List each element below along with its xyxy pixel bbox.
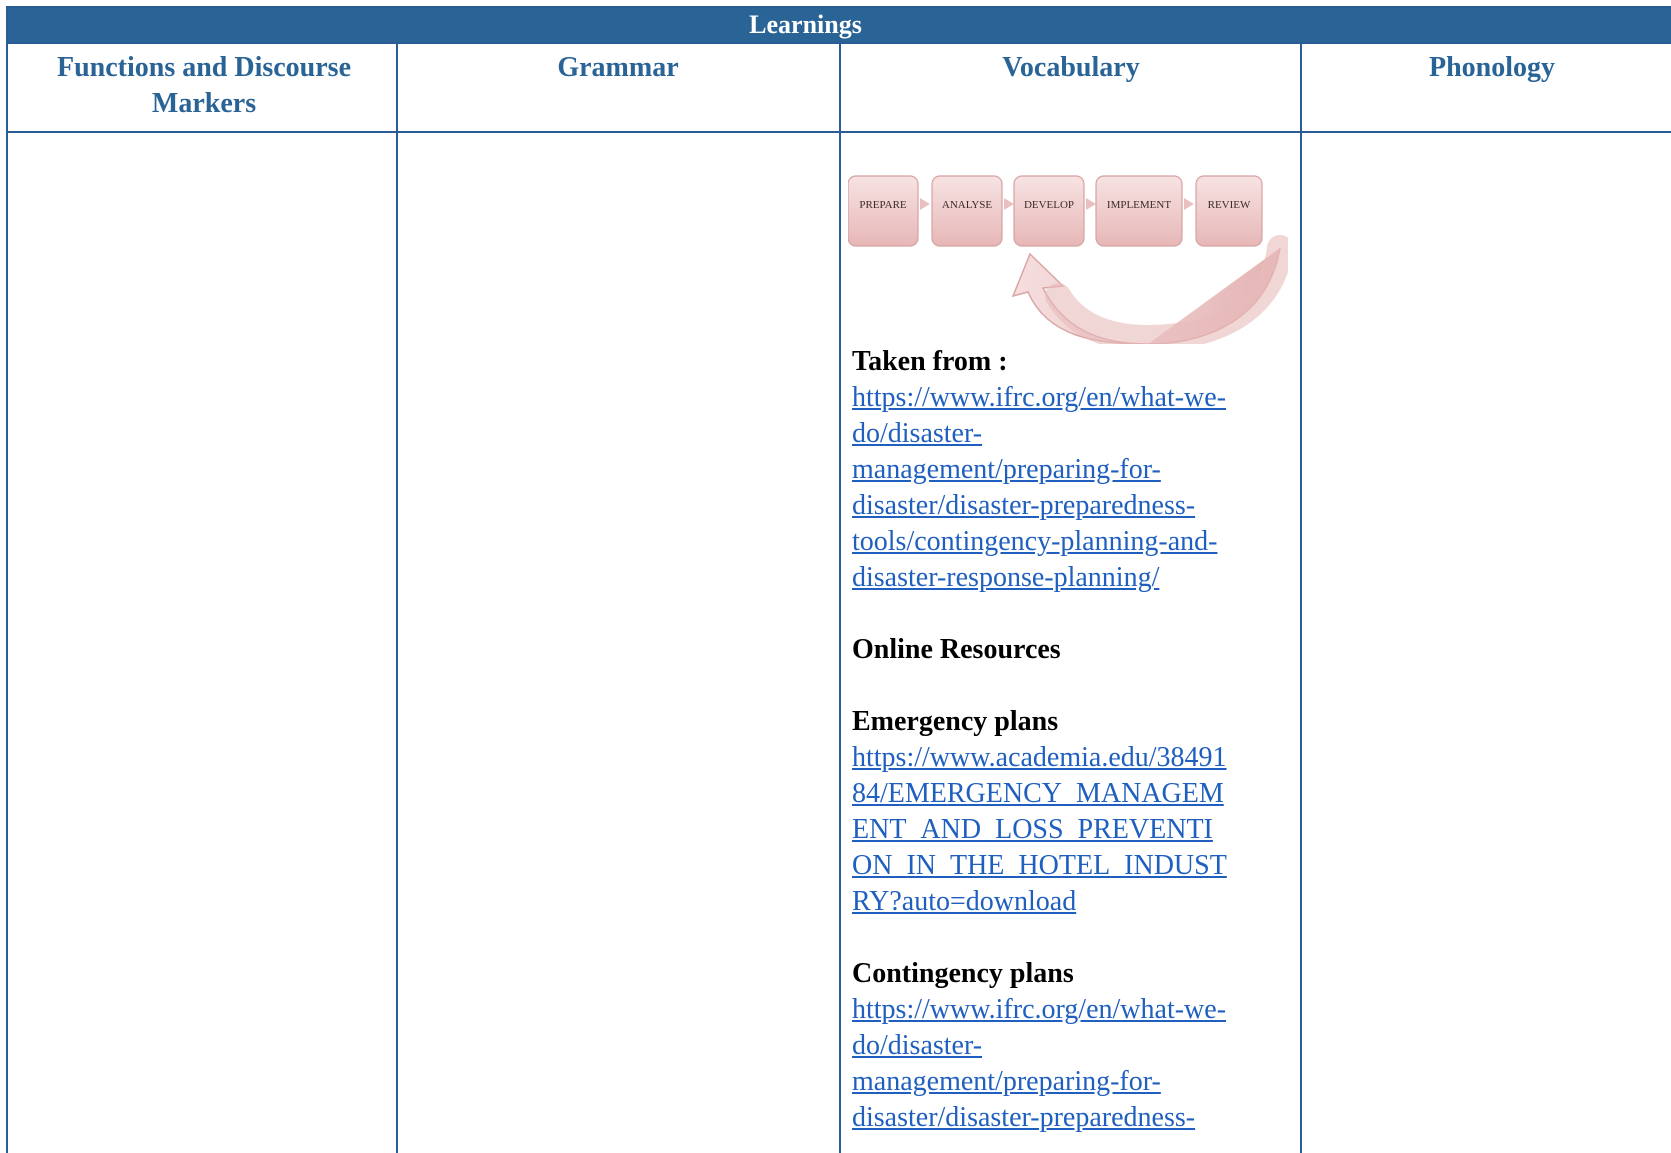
column-divider [839,44,841,1153]
taken-from-link-line[interactable]: management/preparing-for- [852,452,1320,488]
contingency-plans-link[interactable]: https://www.ifrc.org/en/what-we-do/disas… [852,992,1320,1136]
step-label: ANALYSE [942,199,993,211]
emergency-link-line[interactable]: 84/EMERGENCY_MANAGEM [852,776,1320,812]
step-label: IMPLEMENT [1107,199,1171,211]
vocabulary-cell: PREPARE ANALYSE DEVELOP IMPLEMENT REVIEW Tak… [848,168,1320,1136]
contingency-link-line[interactable]: do/disaster- [852,1028,1320,1064]
taken-from-link-line[interactable]: https://www.ifrc.org/en/what-we- [852,380,1320,416]
header-functions-line1: Functions and Discourse [56,52,352,83]
step-arrow [1086,198,1096,210]
emergency-link-line[interactable]: ENT_AND_LOSS_PREVENTI [852,812,1320,848]
emergency-plans-link[interactable]: https://www.academia.edu/38491 84/EMERGEN… [852,740,1320,920]
taken-from-link-line[interactable]: disaster-response-planning/ [852,560,1320,596]
header-functions-line2: Markers [151,88,257,119]
emergency-link-line[interactable]: ON_IN_THE_HOTEL_INDUST [852,848,1320,884]
header-grammar: Grammar [557,52,679,83]
learnings-table: Learnings Functions and Discourse Marker… [6,6,1671,1153]
step-box [1013,175,1085,247]
step-label: PREPARE [859,199,907,211]
step-box [931,175,1003,247]
header-phonology: Phonology [1428,52,1556,83]
column-divider [396,44,398,1153]
step-arrow [1184,198,1194,210]
contingency-plans-label: Contingency plans [852,958,1074,989]
planning-cycle-graphic: PREPARE ANALYSE DEVELOP IMPLEMENT REVIEW [848,175,1288,344]
step-box [1195,175,1263,247]
taken-from-link-line[interactable]: disaster/disaster-preparedness- [852,488,1320,524]
table-title: Learnings [749,10,862,39]
taken-from-label: Taken from : [852,346,1008,377]
step-box [848,175,919,247]
step-label: REVIEW [1208,199,1251,211]
step-arrow [920,198,930,210]
header-row-divider [8,131,1671,133]
step-arrow [1004,198,1014,210]
header-vocabulary: Vocabulary [1002,52,1140,83]
document-page: Learnings Functions and Discourse Marker… [0,0,1671,1153]
online-resources-label: Online Resources [852,634,1061,665]
emergency-plans-label: Emergency plans [852,706,1059,737]
taken-from-link-line[interactable]: tools/contingency-planning-and- [852,524,1320,560]
planning-cycle-diagram: PREPARE ANALYSE DEVELOP IMPLEMENT REVIEW [848,168,1288,344]
emergency-link-line[interactable]: RY?auto=download [852,884,1320,920]
contingency-link-line[interactable]: https://www.ifrc.org/en/what-we- [852,992,1320,1028]
taken-from-link[interactable]: https://www.ifrc.org/en/what-we-do/disas… [852,380,1320,596]
contingency-link-line[interactable]: management/preparing-for- [852,1064,1320,1100]
table-title-row: Learnings [8,6,1671,44]
step-label: DEVELOP [1024,199,1074,211]
step-boxes: PREPARE ANALYSE DEVELOP IMPLEMENT REVIEW [848,175,1263,247]
taken-from-link-line[interactable]: do/disaster- [852,416,1320,452]
step-box [1095,175,1183,247]
header-functions-discourse-markers: Functions and Discourse Markers [14,50,394,122]
contingency-link-line[interactable]: disaster/disaster-preparedness- [852,1100,1320,1136]
emergency-link-line[interactable]: https://www.academia.edu/38491 [852,740,1320,776]
